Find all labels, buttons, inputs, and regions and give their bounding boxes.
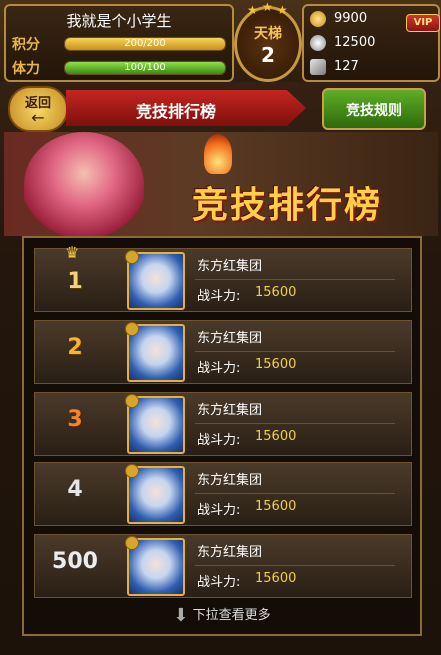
ranking-row[interactable]: 500 东方红集团 战斗力: 15600 xyxy=(34,534,412,598)
player-panel: 我就是个小学生 积分 200/200 体力 100/100 xyxy=(4,4,234,82)
power-label: 战斗力: xyxy=(197,361,241,376)
score-value: 200/200 xyxy=(124,38,166,49)
ranking-row[interactable]: 3 东方红集团 战斗力: 15600 xyxy=(34,392,412,456)
power-value: 15600 xyxy=(255,571,297,586)
row-divider xyxy=(195,351,395,352)
sword-icon xyxy=(310,59,326,75)
power-label: 战斗力: xyxy=(197,575,241,590)
star-icon: ★ xyxy=(262,0,273,14)
vip-button[interactable]: VIP xyxy=(406,14,440,32)
ranking-row[interactable]: 4 东方红集团 战斗力: 15600 xyxy=(34,462,412,526)
guild-name: 东方红集团 xyxy=(197,403,263,418)
top-hud: 我就是个小学生 积分 200/200 体力 100/100 ★ ★ ★ 天梯 2… xyxy=(0,0,441,82)
arena-banner: 竞技排行榜 xyxy=(4,132,438,236)
player-avatar xyxy=(125,250,185,310)
pull-to-load-more[interactable]: ⬇ 下拉查看更多 xyxy=(24,604,420,626)
stamina-bar: 100/100 xyxy=(64,61,226,75)
row-divider xyxy=(195,279,395,280)
banner-title: 竞技排行榜 xyxy=(191,185,382,226)
power-value: 15600 xyxy=(255,285,297,300)
arena-rules-button[interactable]: 竞技规则 xyxy=(322,88,426,130)
star-icon: ★ xyxy=(247,3,258,17)
crown-icon: ♛ xyxy=(65,243,80,262)
rank-number: 2 xyxy=(67,335,83,360)
stamina-value: 100/100 xyxy=(124,62,166,73)
gold-coin-icon xyxy=(310,11,326,27)
avatar-badge-icon xyxy=(125,394,139,408)
rank-number: 3 xyxy=(67,407,83,432)
avatar-badge-icon xyxy=(125,250,139,264)
item-row: 127 xyxy=(310,58,434,78)
rank-number: 1 xyxy=(67,269,83,294)
player-avatar xyxy=(125,536,185,596)
silver-row: 12500 xyxy=(310,34,434,54)
arena-rules-label: 竞技规则 xyxy=(346,103,402,119)
page-title: 竞技排行榜 xyxy=(135,102,216,121)
currency-panel: 9900 VIP 12500 127 xyxy=(302,4,440,82)
power-value: 15600 xyxy=(255,499,297,514)
gold-row: 9900 VIP xyxy=(310,10,440,32)
title-ribbon: 竞技排行榜 xyxy=(66,90,306,126)
stamina-row: 体力 100/100 xyxy=(12,58,226,78)
score-label: 积分 xyxy=(12,37,40,53)
avatar-badge-icon xyxy=(125,322,139,336)
item-amount: 127 xyxy=(334,59,359,74)
row-divider xyxy=(195,493,395,494)
score-row: 积分 200/200 xyxy=(12,34,226,54)
player-name: 我就是个小学生 xyxy=(66,12,172,30)
power-label: 战斗力: xyxy=(197,433,241,448)
player-avatar xyxy=(125,464,185,524)
tier-label: 天梯 xyxy=(254,26,282,42)
row-divider xyxy=(195,565,395,566)
header-bar: 返回 ← 竞技排行榜 竞技规则 xyxy=(4,86,438,132)
row-divider xyxy=(195,423,395,424)
guild-name: 东方红集团 xyxy=(197,545,263,560)
pull-to-load-label: 下拉查看更多 xyxy=(192,608,271,623)
power-label: 战斗力: xyxy=(197,503,241,518)
back-button[interactable]: 返回 ← xyxy=(8,86,68,132)
stamina-label: 体力 xyxy=(12,61,40,77)
ladder-tier-badge: ★ ★ ★ 天梯 2 xyxy=(234,0,302,82)
guild-name: 东方红集团 xyxy=(197,473,263,488)
silver-amount: 12500 xyxy=(334,35,376,50)
guild-name: 东方红集团 xyxy=(197,331,263,346)
silver-coin-icon xyxy=(310,35,326,51)
power-value: 15600 xyxy=(255,357,297,372)
ranking-row[interactable]: ♛ 1 东方红集团 战斗力: 15600 xyxy=(34,243,412,312)
torch-flame-icon xyxy=(204,134,232,174)
ranking-row[interactable]: 2 东方红集团 战斗力: 15600 xyxy=(34,320,412,384)
power-value: 15600 xyxy=(255,429,297,444)
power-label: 战斗力: xyxy=(197,289,241,304)
ranking-list[interactable]: ♛ 1 东方红集团 战斗力: 15600 2 东方红集团 战斗力: 15600 … xyxy=(22,236,422,636)
arrow-down-icon: ⬇ xyxy=(173,605,189,626)
arena-ranking-screen: 我就是个小学生 积分 200/200 体力 100/100 ★ ★ ★ 天梯 2… xyxy=(0,0,441,655)
hero-character-art xyxy=(24,132,144,236)
star-icon: ★ xyxy=(277,3,288,17)
rank-number: 500 xyxy=(52,549,98,574)
back-arrow-icon: ← xyxy=(31,108,45,127)
guild-name: 东方红集团 xyxy=(197,259,263,274)
gold-amount: 9900 xyxy=(334,11,368,26)
tier-value: 2 xyxy=(261,43,275,67)
score-bar: 200/200 xyxy=(64,37,226,51)
player-avatar xyxy=(125,394,185,454)
rank-number: 4 xyxy=(67,477,83,502)
avatar-badge-icon xyxy=(125,464,139,478)
player-avatar xyxy=(125,322,185,382)
avatar-badge-icon xyxy=(125,536,139,550)
